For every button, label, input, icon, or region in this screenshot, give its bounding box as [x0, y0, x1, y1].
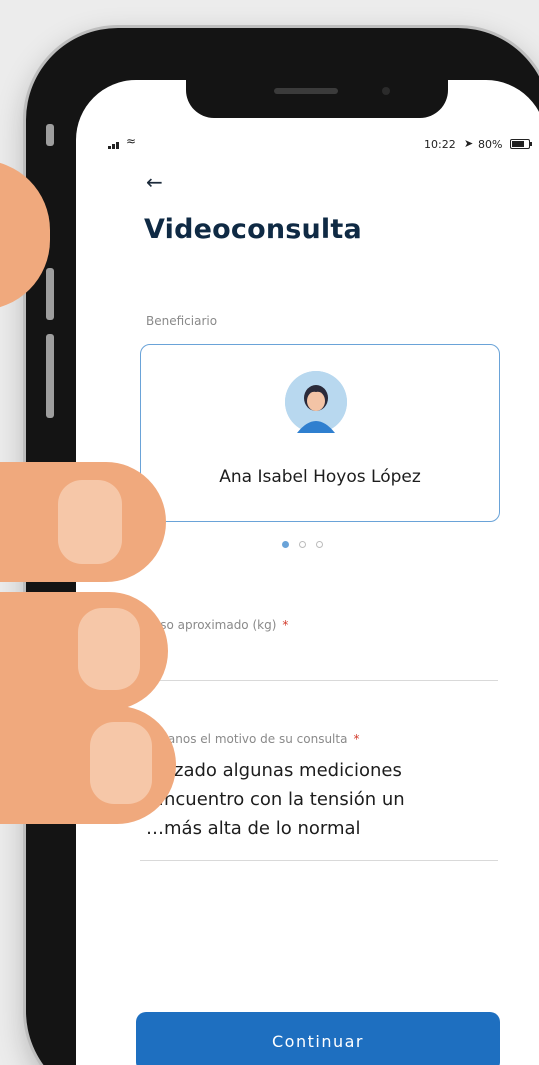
app-screen: ≈ 10:22 ➤ 80% ← Videoconsulta Beneficiar…: [76, 80, 539, 1065]
weight-required-mark: *: [282, 618, 289, 632]
reason-line: …más alta de lo normal: [146, 818, 361, 839]
reason-underline: [140, 860, 498, 861]
weight-input[interactable]: [140, 680, 498, 681]
finger-index: [0, 462, 166, 582]
weight-label: Peso aproximado (kg) *: [146, 618, 288, 632]
beneficiary-avatar-icon: [285, 371, 347, 433]
battery-icon: [510, 139, 532, 149]
reason-label-text: …icanos el motivo de su consulta: [146, 732, 348, 746]
location-arrow-icon: ➤: [464, 137, 474, 150]
carousel-indicator: [282, 533, 333, 552]
status-time: 10:22: [424, 138, 456, 151]
weight-label-text: Peso aproximado (kg): [146, 618, 277, 632]
mute-switch: [46, 124, 54, 146]
beneficiary-card[interactable]: Ana Isabel Hoyos López: [140, 344, 500, 522]
speaker-grille: [274, 88, 338, 94]
beneficiary-label: Beneficiario: [146, 314, 218, 328]
back-arrow-icon[interactable]: ←: [146, 170, 163, 194]
front-camera: [382, 87, 390, 95]
status-bar: ≈ 10:22 ➤ 80%: [76, 134, 539, 156]
reason-label: …icanos el motivo de su consulta *: [146, 732, 359, 746]
carousel-dot-active[interactable]: [282, 541, 289, 548]
battery-percentage: 80%: [478, 138, 503, 151]
finger-middle: [0, 592, 168, 710]
page-title: Videoconsulta: [144, 214, 362, 245]
carousel-dot[interactable]: [316, 541, 323, 548]
wifi-icon: ≈: [126, 134, 137, 148]
carousel-dot[interactable]: [299, 541, 306, 548]
continue-button[interactable]: Continuar: [136, 1012, 500, 1065]
photo-stage: ≈ 10:22 ➤ 80% ← Videoconsulta Beneficiar…: [0, 0, 539, 1065]
volume-down-button: [46, 334, 54, 418]
phone-notch: [186, 80, 448, 118]
signal-icon: [108, 136, 120, 149]
beneficiary-name: Ana Isabel Hoyos López: [219, 467, 421, 487]
fingernail: [90, 722, 152, 804]
fingernail: [78, 608, 140, 690]
reason-line: …ncuentro con la tensión un: [146, 789, 405, 810]
fingernail: [58, 480, 122, 564]
finger-ring: [0, 706, 176, 824]
reason-required-mark: *: [353, 732, 360, 746]
volume-up-button: [46, 268, 54, 320]
reason-textarea[interactable]: …lizado algunas mediciones …ncuentro con…: [146, 756, 496, 843]
reason-line: …lizado algunas mediciones: [146, 760, 402, 781]
